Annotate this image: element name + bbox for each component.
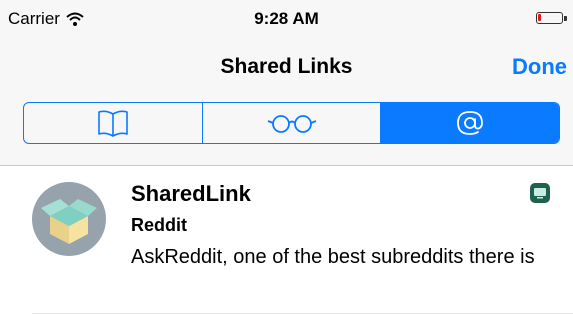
link-subtitle: Reddit (131, 215, 187, 235)
battery-cap (564, 16, 567, 21)
battery-icon (536, 12, 567, 24)
segment-shared-links[interactable] (380, 103, 559, 143)
segment-bookmarks[interactable] (24, 103, 202, 143)
book-icon (98, 110, 128, 137)
status-time: 9:28 AM (254, 9, 319, 28)
header-area: Carrier 9:28 AM Shared Links Done (0, 0, 573, 166)
package-icon (41, 199, 97, 244)
page-title: Shared Links (220, 55, 353, 78)
segment-reading-list[interactable] (201, 103, 381, 143)
computer-icon (534, 188, 546, 199)
at-sign-icon (457, 111, 484, 135)
done-button[interactable]: Done (512, 54, 567, 80)
segmented-control (23, 102, 560, 144)
link-description: AskReddit, one of the best subreddits th… (131, 246, 535, 268)
battery-level (538, 14, 541, 21)
status-bar: Carrier 9:28 AM (0, 0, 573, 38)
shared-link-row[interactable]: SharedLink Reddit AskReddit, one of the … (0, 166, 573, 314)
link-title: SharedLink (131, 181, 251, 206)
glasses-icon (267, 115, 316, 133)
avatar (32, 182, 106, 256)
app-badge (530, 183, 550, 203)
